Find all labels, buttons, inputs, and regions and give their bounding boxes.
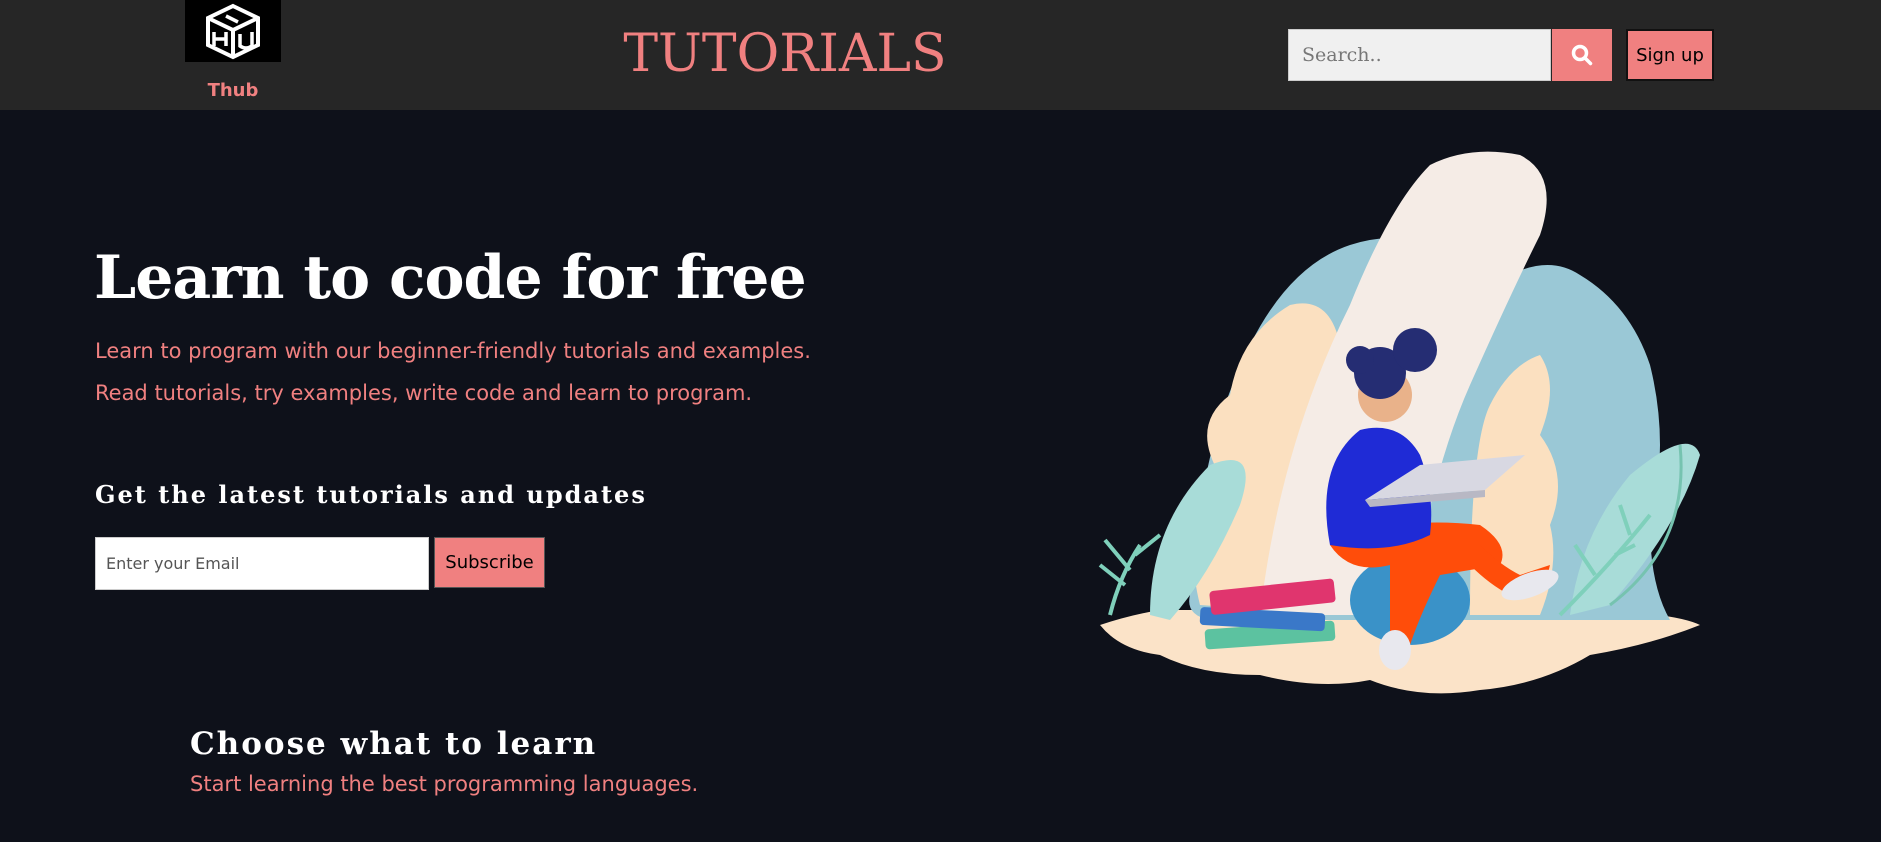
page-title: TUTORIALS: [623, 24, 947, 84]
email-field[interactable]: [95, 537, 429, 590]
signup-button[interactable]: Sign up: [1626, 29, 1714, 81]
search-icon: [1571, 44, 1593, 66]
logo[interactable]: [185, 0, 281, 62]
search-button[interactable]: [1552, 29, 1612, 81]
hero-title: Learn to code for free: [94, 243, 807, 313]
hero-subtitle-line1: Learn to program with our beginner-frien…: [95, 339, 811, 363]
subscribe-button[interactable]: Subscribe: [434, 537, 545, 588]
hero-subtitle-line2: Read tutorials, try examples, write code…: [95, 381, 753, 405]
top-navbar: Thub TUTORIALS Sign up: [0, 0, 1881, 110]
hero-illustration: [1098, 151, 1700, 694]
section-title: Choose what to learn: [190, 726, 598, 762]
section-subtitle: Start learning the best programming lang…: [190, 772, 699, 796]
logo-text: Thub: [207, 80, 259, 101]
cube-logo-icon: [206, 3, 260, 60]
search-input[interactable]: [1288, 29, 1551, 81]
newsletter-title: Get the latest tutorials and updates: [95, 480, 647, 509]
